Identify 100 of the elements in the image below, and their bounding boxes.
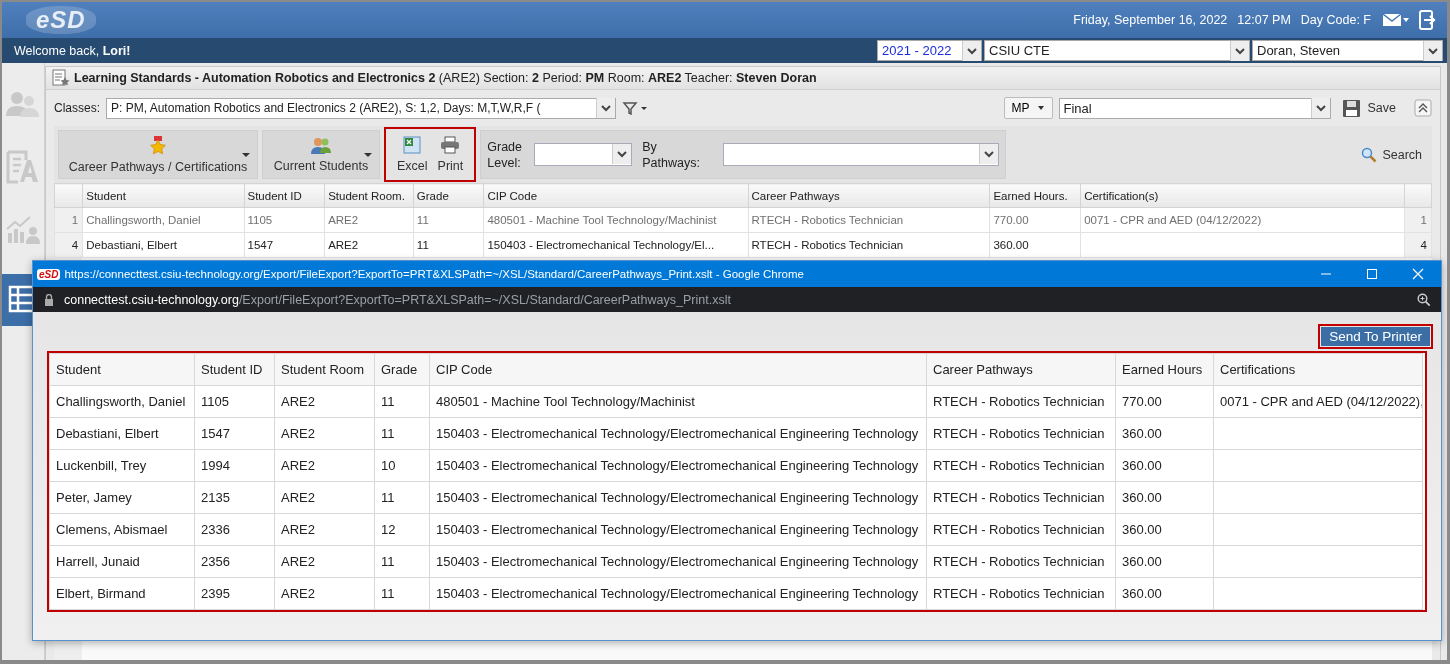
table-cell: RTECH - Robotics Technician [748, 207, 990, 233]
table-cell: 10 [374, 449, 430, 482]
table-cell: Elbert, Birmand [49, 577, 195, 610]
table-cell: RTECH - Robotics Technician [926, 449, 1116, 482]
zoom-icon[interactable] [1417, 292, 1431, 307]
classes-label: Classes: [54, 101, 100, 115]
career-pathways-button[interactable]: Career Pathways / Certifications [58, 130, 258, 179]
caret-icon [612, 144, 632, 164]
by-pathways-label: By Pathways: [642, 138, 701, 171]
caret-icon [962, 40, 981, 61]
column-header[interactable]: Grade [413, 183, 484, 208]
chart-person-icon [6, 215, 40, 245]
grade-level-select[interactable] [534, 143, 633, 166]
column-header[interactable]: Student [82, 183, 244, 208]
table-cell: RTECH - Robotics Technician [926, 513, 1116, 546]
table-cell: RTECH - Robotics Technician [926, 545, 1116, 578]
column-header: Career Pathways [926, 353, 1116, 386]
spreadsheet-icon [403, 136, 422, 154]
table-cell: Clemens, Abismael [49, 513, 195, 546]
current-students-button[interactable]: Current Students [262, 130, 380, 179]
table-cell: 480501 - Machine Tool Technology/Machinist [483, 207, 748, 233]
collapse-icon[interactable] [1414, 99, 1432, 117]
table-cell: 1547 [244, 232, 325, 258]
table-cell: ARE2 [274, 385, 375, 418]
column-header: Student [49, 353, 195, 386]
dropdown[interactable]: Doran, Steven [1252, 40, 1443, 61]
column-header[interactable]: CIP Code [483, 183, 748, 208]
column-header: Student ID [194, 353, 275, 386]
table-cell: 360.00 [1115, 417, 1214, 450]
table-cell: ARE2 [274, 449, 375, 482]
filter-icon[interactable] [622, 101, 650, 115]
column-header[interactable]: Student ID [244, 183, 325, 208]
table-cell: 11 [374, 417, 430, 450]
logout-icon[interactable] [1419, 10, 1437, 30]
search-button[interactable]: Search [1355, 145, 1428, 164]
table-cell: 360.00 [1115, 513, 1214, 546]
table-cell: 11 [413, 207, 484, 233]
column-header[interactable]: Earned Hours. [989, 183, 1081, 208]
send-to-printer-button[interactable]: Send To Printer [1321, 327, 1430, 346]
table-cell: 1994 [194, 449, 275, 482]
caret-icon [1310, 98, 1330, 118]
table-cell: 150403 - Electromechanical Technology/Electromechanical Engineering Technology [429, 417, 927, 450]
table-cell: 770.00 [1115, 385, 1214, 418]
table-cell: Debastiani, Elbert [49, 417, 195, 450]
time-text: 12:07 PM [1237, 13, 1291, 27]
table-cell: Challingsworth, Daniel [49, 385, 195, 418]
table-cell: 11 [374, 481, 430, 514]
column-header[interactable]: Certification(s) [1080, 183, 1405, 208]
mp-button[interactable]: MP [1003, 97, 1053, 119]
table-cell: ARE2 [274, 481, 375, 514]
welcome-text: Welcome back, Lori! [14, 43, 131, 58]
table-cell: 11 [374, 577, 430, 610]
standards-icon [52, 69, 70, 87]
table-cell: 1547 [194, 417, 275, 450]
table-cell: ARE2 [324, 232, 414, 258]
column-header: Grade [374, 353, 430, 386]
table-cell: 0071 - CPR and AED (04/12/2022) [1080, 207, 1405, 233]
table-cell: ARE2 [274, 513, 375, 546]
table-cell: 2336 [194, 513, 275, 546]
table-cell: ARE2 [274, 545, 375, 578]
table-cell: ARE2 [324, 207, 414, 233]
table-cell: 360.00 [989, 232, 1081, 258]
column-header: CIP Code [429, 353, 927, 386]
table-cell: 360.00 [1115, 481, 1214, 514]
table-cell: 360.00 [1115, 449, 1214, 482]
grade-level-label: Grade Level: [487, 138, 524, 171]
row-number: 1 [54, 207, 83, 233]
classes-select[interactable]: P: PM, Automation Robotics and Electronics 2 (ARE2), S: 1,2, Days: M,T,W,R,F ( [106, 97, 616, 119]
table-cell: 360.00 [1115, 545, 1214, 578]
table-cell: ARE2 [274, 417, 375, 450]
table-cell: RTECH - Robotics Technician [926, 577, 1116, 610]
table-cell: 2395 [194, 577, 275, 610]
table-cell: 1105 [244, 207, 325, 233]
table-cell: 2135 [194, 481, 275, 514]
day-code-text: Day Code: F [1300, 13, 1371, 27]
dropdown[interactable]: CSIU CTE [984, 40, 1250, 61]
search-icon [1361, 146, 1378, 163]
mail-icon[interactable] [1383, 13, 1409, 27]
medal-icon [149, 135, 167, 156]
table-cell: RTECH - Robotics Technician [748, 232, 990, 258]
logo: eSD [26, 6, 96, 34]
table-cell: 150403 - Electromechanical Technology/Electromechanical Engineering Technology [429, 545, 927, 578]
table-cell: 360.00 [1115, 577, 1214, 610]
pathways-select[interactable] [722, 143, 1000, 166]
table-cell: Peter, Jamey [49, 481, 195, 514]
table-cell: 11 [374, 545, 430, 578]
save-button[interactable]: Save [1336, 98, 1402, 118]
table-cell: RTECH - Robotics Technician [926, 481, 1116, 514]
column-header[interactable]: Career Pathways [748, 183, 990, 208]
print-button[interactable]: Print [432, 136, 469, 173]
column-header[interactable]: Student Room. [324, 183, 414, 208]
table-cell: 150403 - Electromechanical Technology/El... [483, 232, 748, 258]
excel-button[interactable]: Excel [392, 136, 433, 173]
table-cell: 150403 - Electromechanical Technology/Electromechanical Engineering Technology [429, 513, 927, 546]
table-cell: 150403 - Electromechanical Technology/Electromechanical Engineering Technology [429, 577, 927, 610]
window-title: https://connecttest.csiu-technology.org/Export/FileExport?ExportTo=PRT&XLSPath=~/XSL/Standard/CareerPathways_Print.xslt - Google Chrome [64, 268, 804, 280]
table-cell: RTECH - Robotics Technician [926, 385, 1116, 418]
term-select[interactable]: Final [1058, 97, 1331, 119]
dropdown[interactable]: 2021 - 2022 [877, 40, 982, 61]
caret-icon [596, 98, 615, 118]
